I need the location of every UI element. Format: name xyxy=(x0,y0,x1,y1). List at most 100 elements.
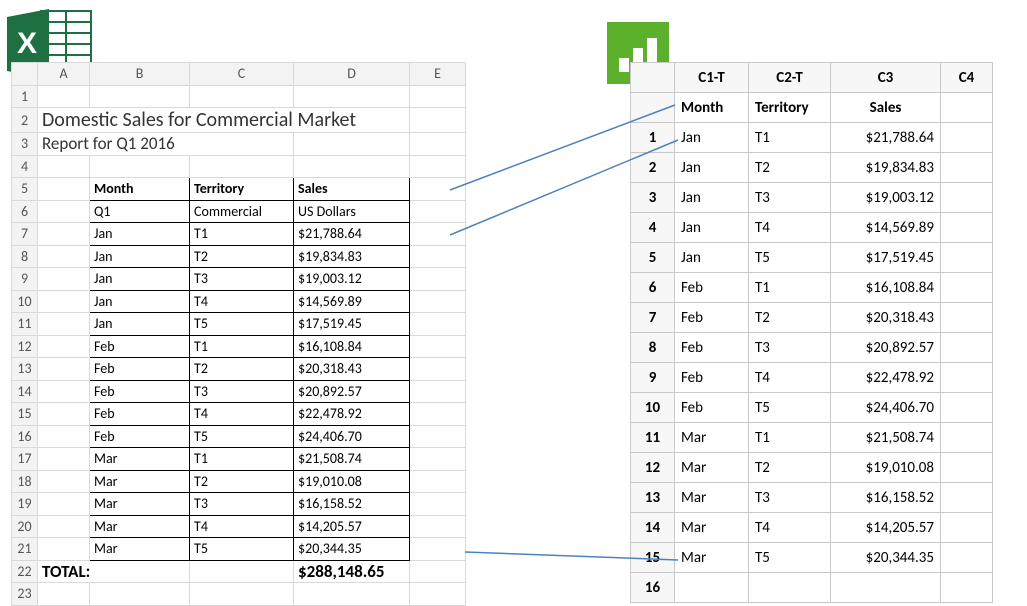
cell-territory[interactable]: T1 xyxy=(749,123,831,153)
cell-month[interactable]: Jan xyxy=(675,213,749,243)
cell[interactable] xyxy=(941,363,993,393)
cell-territory[interactable]: T2 xyxy=(190,245,294,268)
cell-sales[interactable]: $21,788.64 xyxy=(831,123,941,153)
cell-sales[interactable]: $20,318.43 xyxy=(831,303,941,333)
cell-territory[interactable]: T5 xyxy=(749,543,831,573)
cell-territory[interactable]: T3 xyxy=(190,493,294,516)
row-header[interactable]: 15 xyxy=(12,403,38,426)
cell[interactable] xyxy=(38,358,90,381)
dest-col-header[interactable]: C1-T xyxy=(675,63,749,93)
dest-col-header[interactable]: C2-T xyxy=(749,63,831,93)
cell[interactable] xyxy=(410,223,466,246)
cell-territory[interactable]: T1 xyxy=(190,335,294,358)
row-header[interactable]: 4 xyxy=(631,213,675,243)
row-header[interactable]: 15 xyxy=(631,543,675,573)
row-header[interactable]: 20 xyxy=(12,515,38,538)
cell-territory[interactable]: T5 xyxy=(749,393,831,423)
row-header[interactable]: 22 xyxy=(12,560,38,583)
cell[interactable] xyxy=(410,358,466,381)
cell-month[interactable]: Jan xyxy=(90,268,190,291)
cell[interactable] xyxy=(410,268,466,291)
row-header[interactable]: 3 xyxy=(12,133,38,156)
row-header[interactable]: 8 xyxy=(12,245,38,268)
row-header[interactable]: 17 xyxy=(12,448,38,471)
cell[interactable] xyxy=(410,538,466,561)
cell-sales[interactable]: $24,406.70 xyxy=(294,425,410,448)
cell-sales[interactable]: $14,205.57 xyxy=(294,515,410,538)
cell-month[interactable]: Mar xyxy=(675,543,749,573)
cell-sales[interactable]: $20,892.57 xyxy=(831,333,941,363)
cell[interactable] xyxy=(38,85,90,108)
row-header[interactable]: 23 xyxy=(12,583,38,606)
dest-col-header[interactable]: C4 xyxy=(941,63,993,93)
cell[interactable] xyxy=(38,290,90,313)
cell-sales[interactable]: $19,834.83 xyxy=(831,153,941,183)
row-header[interactable]: 1 xyxy=(631,123,675,153)
cell-sales[interactable]: $21,788.64 xyxy=(294,223,410,246)
cell-territory[interactable]: T3 xyxy=(190,380,294,403)
dest-sub-header[interactable]: Sales xyxy=(831,93,941,123)
cell[interactable] xyxy=(38,403,90,426)
cell[interactable] xyxy=(38,245,90,268)
cell[interactable] xyxy=(410,313,466,336)
cell[interactable] xyxy=(941,513,993,543)
cell[interactable] xyxy=(941,153,993,183)
cell-territory[interactable]: T5 xyxy=(749,243,831,273)
row-header[interactable]: 1 xyxy=(12,85,38,108)
total-value[interactable]: $288,148.65 xyxy=(294,560,410,583)
row-header[interactable]: 2 xyxy=(12,108,38,133)
dest-sub-header[interactable]: Territory xyxy=(749,93,831,123)
row-header[interactable]: 2 xyxy=(631,153,675,183)
cell-month[interactable]: Feb xyxy=(675,303,749,333)
cell[interactable] xyxy=(38,515,90,538)
cell[interactable] xyxy=(410,290,466,313)
cell[interactable] xyxy=(941,453,993,483)
cell-territory[interactable]: T5 xyxy=(190,425,294,448)
cell[interactable] xyxy=(38,268,90,291)
cell-territory[interactable]: T4 xyxy=(190,290,294,313)
cell-sales[interactable]: $19,010.08 xyxy=(294,470,410,493)
row-header[interactable]: 4 xyxy=(12,155,38,178)
cell[interactable] xyxy=(941,543,993,573)
dest-sub-header[interactable]: Month xyxy=(675,93,749,123)
cell-sales[interactable]: $17,519.45 xyxy=(831,243,941,273)
row-header[interactable]: 7 xyxy=(12,223,38,246)
cell-sales[interactable]: $17,519.45 xyxy=(294,313,410,336)
cell[interactable] xyxy=(38,223,90,246)
cell[interactable] xyxy=(941,483,993,513)
cell[interactable] xyxy=(410,448,466,471)
cell-month[interactable]: Feb xyxy=(90,380,190,403)
cell[interactable] xyxy=(941,183,993,213)
cell[interactable] xyxy=(410,493,466,516)
cell-month[interactable]: Mar xyxy=(675,513,749,543)
cell-territory[interactable]: T5 xyxy=(190,313,294,336)
cell[interactable] xyxy=(410,470,466,493)
row-header[interactable]: 14 xyxy=(631,513,675,543)
cell-month[interactable]: Jan xyxy=(675,243,749,273)
cell-month[interactable]: Jan xyxy=(90,245,190,268)
cell-sales[interactable]: $24,406.70 xyxy=(831,393,941,423)
row-header[interactable]: 6 xyxy=(631,273,675,303)
row-header[interactable]: 19 xyxy=(12,493,38,516)
cell-territory[interactable]: T4 xyxy=(190,515,294,538)
row-header[interactable]: 8 xyxy=(631,333,675,363)
cell-month[interactable]: Feb xyxy=(90,403,190,426)
cell[interactable] xyxy=(38,380,90,403)
cell-sales[interactable]: $22,478.92 xyxy=(294,403,410,426)
cell-month[interactable]: Jan xyxy=(90,290,190,313)
sub-unit[interactable]: US Dollars xyxy=(294,200,410,223)
row-header[interactable]: 6 xyxy=(12,200,38,223)
cell-sales[interactable]: $20,318.43 xyxy=(294,358,410,381)
row-header[interactable]: 13 xyxy=(631,483,675,513)
cell-month[interactable]: Feb xyxy=(90,335,190,358)
cell[interactable] xyxy=(410,245,466,268)
total-label[interactable]: TOTAL: xyxy=(38,560,190,583)
cell-month[interactable]: Mar xyxy=(675,423,749,453)
cell-month[interactable]: Mar xyxy=(90,515,190,538)
cell[interactable] xyxy=(941,273,993,303)
row-header[interactable]: 9 xyxy=(12,268,38,291)
cell-sales[interactable]: $16,158.52 xyxy=(294,493,410,516)
cell-territory[interactable]: T5 xyxy=(190,538,294,561)
cell-territory[interactable]: T2 xyxy=(190,470,294,493)
row-header[interactable]: 12 xyxy=(12,335,38,358)
